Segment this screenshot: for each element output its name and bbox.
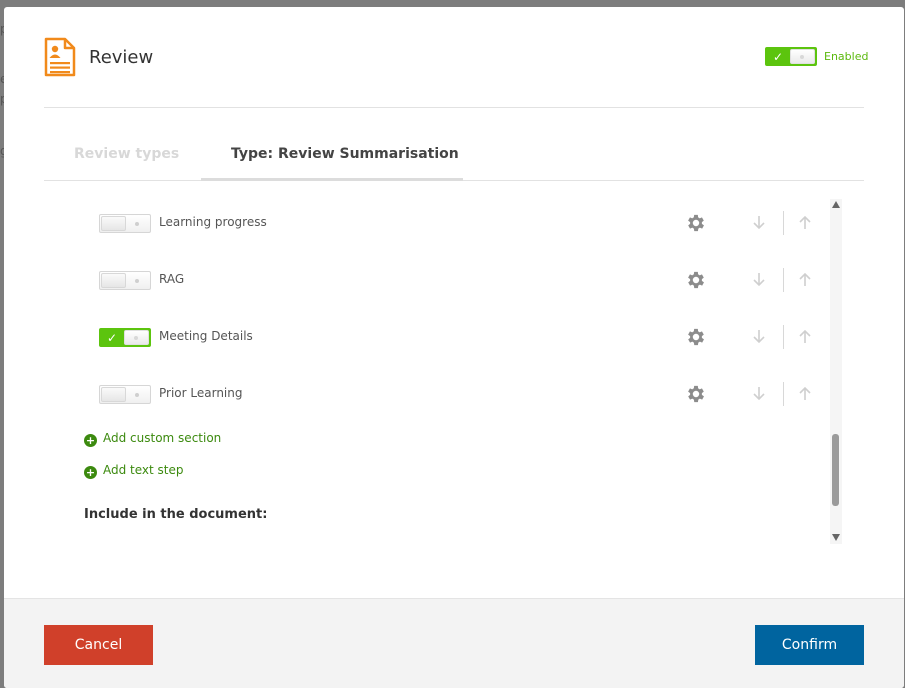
scroll-thumb[interactable] xyxy=(832,434,839,506)
move-up-icon[interactable] xyxy=(797,384,813,402)
section-row: Learning progress xyxy=(99,211,839,236)
review-modal: Review ✓ Enabled Review types Type: Revi… xyxy=(4,7,904,688)
modal-title: Review xyxy=(89,47,154,68)
sections-scroll-area: Learning progress RAG ✓ Meeting Details xyxy=(44,195,844,550)
move-up-icon[interactable] xyxy=(797,213,813,231)
cancel-button[interactable]: Cancel xyxy=(44,625,153,665)
tab-review-types[interactable]: Review types xyxy=(74,146,179,162)
include-in-document-heading: Include in the document: xyxy=(84,507,268,522)
move-down-icon[interactable] xyxy=(751,385,767,403)
section-toggle[interactable] xyxy=(99,385,151,404)
section-toggle[interactable]: ✓ xyxy=(99,328,151,347)
confirm-button[interactable]: Confirm xyxy=(755,625,864,665)
move-up-icon[interactable] xyxy=(797,327,813,345)
move-up-icon[interactable] xyxy=(797,270,813,288)
move-down-icon[interactable] xyxy=(751,214,767,232)
gear-icon[interactable] xyxy=(685,326,707,348)
plus-circle-icon: + xyxy=(84,434,97,447)
document-user-icon xyxy=(44,37,76,77)
section-label: RAG xyxy=(159,272,185,286)
gear-icon[interactable] xyxy=(685,383,707,405)
modal-footer: Cancel Confirm xyxy=(4,598,904,688)
active-tab-indicator xyxy=(201,178,463,181)
enabled-label: Enabled xyxy=(824,50,869,63)
section-row: Prior Learning xyxy=(99,382,839,407)
scroll-up-arrow-icon[interactable] xyxy=(832,201,840,208)
checkmark-icon: ✓ xyxy=(773,50,784,64)
gear-icon[interactable] xyxy=(685,212,707,234)
section-row: RAG xyxy=(99,268,839,293)
section-label: Learning progress xyxy=(159,215,267,229)
add-text-step-link[interactable]: + Add text step xyxy=(84,463,184,479)
enabled-toggle[interactable]: ✓ xyxy=(765,47,817,66)
tab-bar: Review types Type: Review Summarisation xyxy=(44,108,864,181)
section-toggle[interactable] xyxy=(99,214,151,233)
section-label: Prior Learning xyxy=(159,386,243,400)
scroll-down-arrow-icon[interactable] xyxy=(832,534,840,541)
gear-icon[interactable] xyxy=(685,269,707,291)
vertical-scrollbar[interactable] xyxy=(830,199,842,544)
add-custom-section-link[interactable]: + Add custom section xyxy=(84,431,221,447)
toggle-knob xyxy=(790,49,815,64)
move-down-icon[interactable] xyxy=(751,328,767,346)
move-down-icon[interactable] xyxy=(751,271,767,289)
plus-circle-icon: + xyxy=(84,466,97,479)
tab-review-summarisation[interactable]: Type: Review Summarisation xyxy=(231,146,459,162)
section-row: ✓ Meeting Details xyxy=(99,325,839,350)
section-toggle[interactable] xyxy=(99,271,151,290)
modal-header: Review ✓ Enabled xyxy=(44,7,868,108)
checkmark-icon: ✓ xyxy=(107,331,118,345)
section-label: Meeting Details xyxy=(159,329,253,343)
